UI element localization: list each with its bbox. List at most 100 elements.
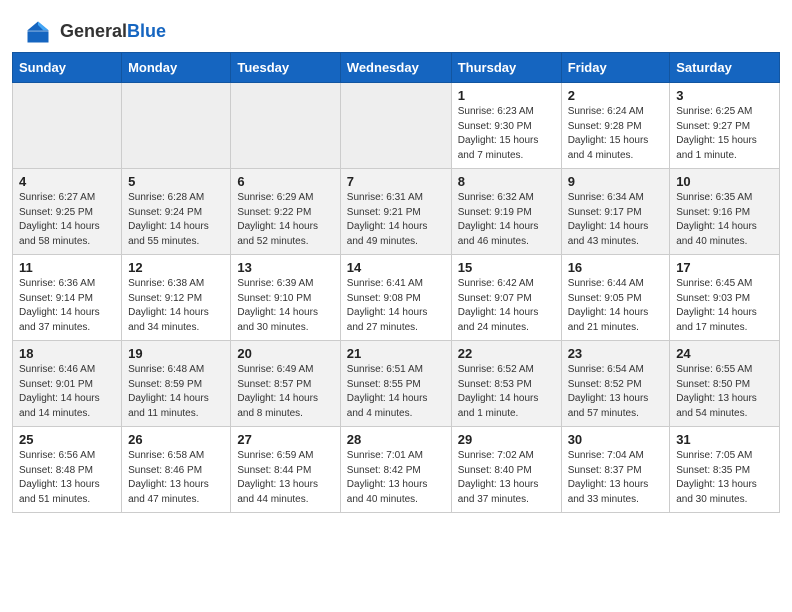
weekday-header: Wednesday bbox=[340, 53, 451, 83]
calendar-cell: 4 Sunrise: 6:27 AM Sunset: 9:25 PM Daylig… bbox=[13, 169, 122, 255]
day-info: Sunrise: 6:27 AM Sunset: 9:25 PM Dayligh… bbox=[19, 191, 115, 249]
calendar-cell: 1 Sunrise: 6:23 AM Sunset: 9:30 PM Daylig… bbox=[451, 83, 561, 169]
day-info: Sunrise: 6:54 AM Sunset: 8:52 PM Dayligh… bbox=[568, 363, 664, 421]
calendar-week-row: 25Sunrise: 6:56 AM Sunset: 8:48 PM Dayli… bbox=[13, 427, 780, 513]
day-number: 8 bbox=[458, 174, 555, 189]
day-number: 17 bbox=[676, 260, 773, 275]
calendar-cell: 12Sunrise: 6:38 AM Sunset: 9:12 PM Dayli… bbox=[122, 255, 231, 341]
day-number: 11 bbox=[19, 260, 115, 275]
weekday-row: SundayMondayTuesdayWednesdayThursdayFrid… bbox=[13, 53, 780, 83]
day-number: 27 bbox=[237, 432, 333, 447]
day-info: Sunrise: 6:51 AM Sunset: 8:55 PM Dayligh… bbox=[347, 363, 445, 421]
calendar-cell: 16 Sunrise: 6:44 AM Sunset: 9:05 PM Dayli… bbox=[561, 255, 670, 341]
day-number: 31 bbox=[676, 432, 773, 447]
logo-general: GeneralBlue bbox=[60, 21, 166, 43]
day-info: Sunrise: 6:28 AM Sunset: 9:24 PM Dayligh… bbox=[128, 191, 224, 249]
day-info: Sunrise: 6:52 AM Sunset: 8:53 PM Dayligh… bbox=[458, 363, 555, 421]
day-info: Sunrise: 6:25 AM Sunset: 9:27 PM Dayligh… bbox=[676, 105, 773, 163]
day-info: Sunrise: 6:31 AM Sunset: 9:21 PM Dayligh… bbox=[347, 191, 445, 249]
day-info: Sunrise: 6:55 AM Sunset: 8:50 PM Dayligh… bbox=[676, 363, 773, 421]
calendar-cell: 27 Sunrise: 6:59 AM Sunset: 8:44 PM Dayli… bbox=[231, 427, 340, 513]
day-info: Sunrise: 6:34 AM Sunset: 9:17 PM Dayligh… bbox=[568, 191, 664, 249]
calendar-cell: 31 Sunrise: 7:05 AM Sunset: 8:35 PM Dayli… bbox=[670, 427, 780, 513]
logo-blue: Blue bbox=[127, 21, 166, 41]
calendar-cell: 8 Sunrise: 6:32 AM Sunset: 9:19 PM Daylig… bbox=[451, 169, 561, 255]
calendar-cell: 2Sunrise: 6:24 AM Sunset: 9:28 PM Daylig… bbox=[561, 83, 670, 169]
day-info: Sunrise: 7:02 AM Sunset: 8:40 PM Dayligh… bbox=[458, 449, 555, 507]
day-number: 29 bbox=[458, 432, 555, 447]
day-info: Sunrise: 6:41 AM Sunset: 9:08 PM Dayligh… bbox=[347, 277, 445, 335]
day-number: 16 bbox=[568, 260, 664, 275]
day-number: 10 bbox=[676, 174, 773, 189]
day-info: Sunrise: 6:36 AM Sunset: 9:14 PM Dayligh… bbox=[19, 277, 115, 335]
calendar-header: SundayMondayTuesdayWednesdayThursdayFrid… bbox=[13, 53, 780, 83]
day-number: 21 bbox=[347, 346, 445, 361]
day-number: 13 bbox=[237, 260, 333, 275]
day-info: Sunrise: 7:05 AM Sunset: 8:35 PM Dayligh… bbox=[676, 449, 773, 507]
day-info: Sunrise: 6:44 AM Sunset: 9:05 PM Dayligh… bbox=[568, 277, 664, 335]
calendar-cell: 17 Sunrise: 6:45 AM Sunset: 9:03 PM Dayli… bbox=[670, 255, 780, 341]
calendar-cell: 9 Sunrise: 6:34 AM Sunset: 9:17 PM Daylig… bbox=[561, 169, 670, 255]
day-info: Sunrise: 6:46 AM Sunset: 9:01 PM Dayligh… bbox=[19, 363, 115, 421]
day-number: 18 bbox=[19, 346, 115, 361]
logo: GeneralBlue bbox=[24, 18, 166, 46]
day-info: Sunrise: 6:42 AM Sunset: 9:07 PM Dayligh… bbox=[458, 277, 555, 335]
calendar-cell: 29 Sunrise: 7:02 AM Sunset: 8:40 PM Dayli… bbox=[451, 427, 561, 513]
calendar-cell: 6 Sunrise: 6:29 AM Sunset: 9:22 PM Daylig… bbox=[231, 169, 340, 255]
day-number: 9 bbox=[568, 174, 664, 189]
day-number: 14 bbox=[347, 260, 445, 275]
calendar: SundayMondayTuesdayWednesdayThursdayFrid… bbox=[0, 52, 792, 612]
day-info: Sunrise: 6:45 AM Sunset: 9:03 PM Dayligh… bbox=[676, 277, 773, 335]
calendar-cell: 30Sunrise: 7:04 AM Sunset: 8:37 PM Dayli… bbox=[561, 427, 670, 513]
calendar-week-row: 18 Sunrise: 6:46 AM Sunset: 9:01 PM Dayli… bbox=[13, 341, 780, 427]
calendar-table: SundayMondayTuesdayWednesdayThursdayFrid… bbox=[12, 52, 780, 513]
day-number: 5 bbox=[128, 174, 224, 189]
day-number: 22 bbox=[458, 346, 555, 361]
calendar-cell: 23 Sunrise: 6:54 AM Sunset: 8:52 PM Dayli… bbox=[561, 341, 670, 427]
calendar-cell: 19 Sunrise: 6:48 AM Sunset: 8:59 PM Dayli… bbox=[122, 341, 231, 427]
calendar-cell: 20Sunrise: 6:49 AM Sunset: 8:57 PM Dayli… bbox=[231, 341, 340, 427]
day-info: Sunrise: 6:48 AM Sunset: 8:59 PM Dayligh… bbox=[128, 363, 224, 421]
day-info: Sunrise: 6:32 AM Sunset: 9:19 PM Dayligh… bbox=[458, 191, 555, 249]
calendar-cell: 22 Sunrise: 6:52 AM Sunset: 8:53 PM Dayli… bbox=[451, 341, 561, 427]
logo-icon bbox=[24, 18, 52, 46]
weekday-header: Tuesday bbox=[231, 53, 340, 83]
calendar-cell: 18 Sunrise: 6:46 AM Sunset: 9:01 PM Dayli… bbox=[13, 341, 122, 427]
day-info: Sunrise: 6:38 AM Sunset: 9:12 PM Dayligh… bbox=[128, 277, 224, 335]
calendar-cell: 7 Sunrise: 6:31 AM Sunset: 9:21 PM Daylig… bbox=[340, 169, 451, 255]
day-number: 6 bbox=[237, 174, 333, 189]
calendar-cell bbox=[340, 83, 451, 169]
day-info: Sunrise: 6:23 AM Sunset: 9:30 PM Dayligh… bbox=[458, 105, 555, 163]
day-number: 15 bbox=[458, 260, 555, 275]
day-info: Sunrise: 7:01 AM Sunset: 8:42 PM Dayligh… bbox=[347, 449, 445, 507]
calendar-cell: 10Sunrise: 6:35 AM Sunset: 9:16 PM Dayli… bbox=[670, 169, 780, 255]
calendar-cell: 28Sunrise: 7:01 AM Sunset: 8:42 PM Dayli… bbox=[340, 427, 451, 513]
weekday-header: Monday bbox=[122, 53, 231, 83]
day-number: 7 bbox=[347, 174, 445, 189]
logo-text: GeneralBlue bbox=[60, 21, 166, 43]
page: GeneralBlue SundayMondayTuesdayWednesday… bbox=[0, 0, 792, 612]
day-number: 1 bbox=[458, 88, 555, 103]
day-info: Sunrise: 6:58 AM Sunset: 8:46 PM Dayligh… bbox=[128, 449, 224, 507]
calendar-cell: 26 Sunrise: 6:58 AM Sunset: 8:46 PM Dayli… bbox=[122, 427, 231, 513]
weekday-header: Saturday bbox=[670, 53, 780, 83]
day-number: 19 bbox=[128, 346, 224, 361]
calendar-cell: 13Sunrise: 6:39 AM Sunset: 9:10 PM Dayli… bbox=[231, 255, 340, 341]
day-number: 23 bbox=[568, 346, 664, 361]
day-number: 3 bbox=[676, 88, 773, 103]
day-info: Sunrise: 6:59 AM Sunset: 8:44 PM Dayligh… bbox=[237, 449, 333, 507]
calendar-week-row: 1 Sunrise: 6:23 AM Sunset: 9:30 PM Daylig… bbox=[13, 83, 780, 169]
day-number: 4 bbox=[19, 174, 115, 189]
calendar-body: 1 Sunrise: 6:23 AM Sunset: 9:30 PM Daylig… bbox=[13, 83, 780, 513]
day-number: 24 bbox=[676, 346, 773, 361]
day-number: 26 bbox=[128, 432, 224, 447]
calendar-cell: 15 Sunrise: 6:42 AM Sunset: 9:07 PM Dayli… bbox=[451, 255, 561, 341]
calendar-cell bbox=[231, 83, 340, 169]
day-info: Sunrise: 7:04 AM Sunset: 8:37 PM Dayligh… bbox=[568, 449, 664, 507]
day-info: Sunrise: 6:29 AM Sunset: 9:22 PM Dayligh… bbox=[237, 191, 333, 249]
calendar-cell: 3 Sunrise: 6:25 AM Sunset: 9:27 PM Daylig… bbox=[670, 83, 780, 169]
weekday-header: Thursday bbox=[451, 53, 561, 83]
calendar-cell: 24 Sunrise: 6:55 AM Sunset: 8:50 PM Dayli… bbox=[670, 341, 780, 427]
day-number: 20 bbox=[237, 346, 333, 361]
calendar-cell: 11 Sunrise: 6:36 AM Sunset: 9:14 PM Dayli… bbox=[13, 255, 122, 341]
